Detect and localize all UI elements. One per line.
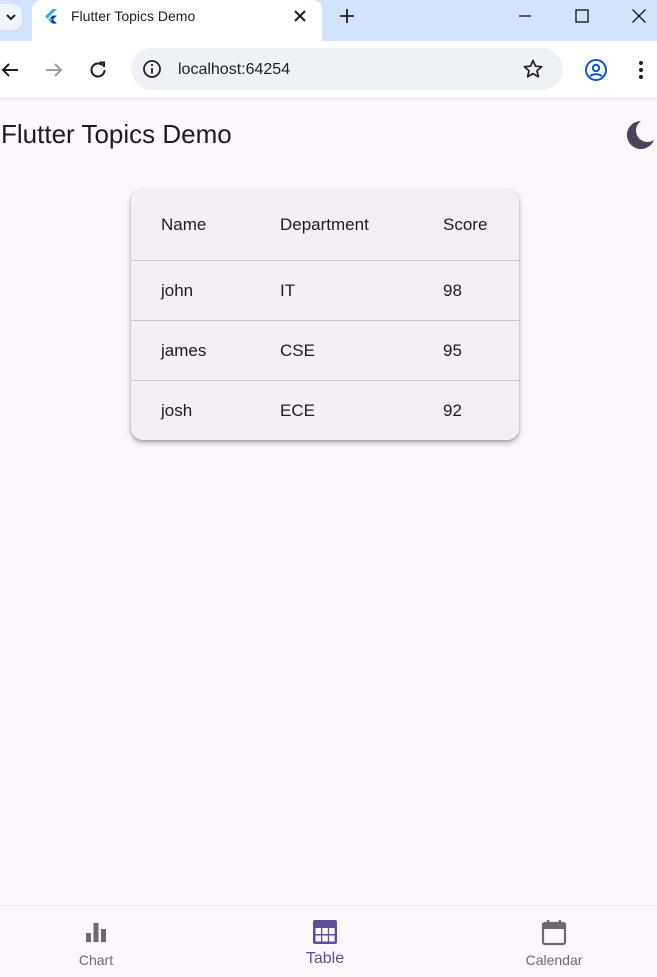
plus-icon[interactable] [337, 6, 357, 26]
minimize-icon[interactable] [515, 6, 535, 26]
flutter-logo-icon [45, 9, 57, 24]
table-icon [313, 920, 337, 944]
cell-score: 98 [443, 280, 462, 300]
table-row: josh ECE 92 [131, 380, 519, 440]
nav-item-table[interactable]: Table [265, 906, 385, 977]
cell-name: john [161, 280, 194, 300]
tab-list-button[interactable] [0, 4, 22, 30]
tab-title: Flutter Topics Demo [71, 8, 196, 24]
kebab-menu-icon[interactable] [630, 58, 652, 82]
browser-tab-strip: Flutter Topics Demo [0, 0, 657, 41]
browser-tab[interactable]: Flutter Topics Demo [32, 0, 322, 41]
column-header-name[interactable]: Name [161, 189, 206, 260]
address-bar[interactable]: localhost:64254 [131, 48, 563, 90]
app-title: Flutter Topics Demo [1, 119, 232, 149]
nav-label-calendar: Calendar [525, 952, 583, 968]
nav-item-calendar[interactable]: Calendar [494, 906, 614, 977]
star-icon[interactable] [522, 58, 544, 80]
cell-name: josh [161, 400, 193, 420]
moon-icon[interactable] [622, 118, 656, 152]
nav-item-chart[interactable]: Chart [36, 906, 156, 977]
cell-name: james [161, 340, 207, 360]
data-table: Name Department Score john IT 98 james C… [131, 189, 519, 440]
browser-toolbar: localhost:64254 [0, 41, 657, 99]
table-row: john IT 98 [131, 260, 519, 320]
close-icon[interactable] [292, 8, 308, 24]
close-window-icon[interactable] [629, 6, 649, 26]
cell-score: 92 [443, 400, 462, 420]
profile-icon[interactable] [584, 58, 608, 82]
cell-department: ECE [280, 400, 315, 420]
cell-department: IT [280, 280, 296, 300]
info-icon[interactable] [141, 58, 163, 80]
reload-icon[interactable] [87, 59, 109, 81]
table-row: james CSE 95 [131, 320, 519, 380]
nav-label-table: Table [305, 950, 345, 967]
url-text[interactable]: localhost:64254 [178, 60, 290, 79]
column-header-score[interactable]: Score [443, 189, 487, 260]
chevron-down-icon [6, 14, 16, 21]
cell-score: 95 [443, 340, 462, 360]
column-header-department[interactable]: Department [280, 189, 369, 260]
maximize-icon[interactable] [572, 6, 592, 26]
arrow-right-icon[interactable] [42, 59, 64, 81]
nav-label-chart: Chart [78, 952, 114, 968]
bar-chart-icon [86, 923, 106, 942]
calendar-icon [541, 920, 567, 946]
arrow-left-icon[interactable] [0, 59, 22, 81]
cell-department: CSE [280, 340, 315, 360]
table-header-row: Name Department Score [131, 189, 519, 260]
bottom-navigation-bar: Chart Table Calendar [0, 905, 657, 976]
